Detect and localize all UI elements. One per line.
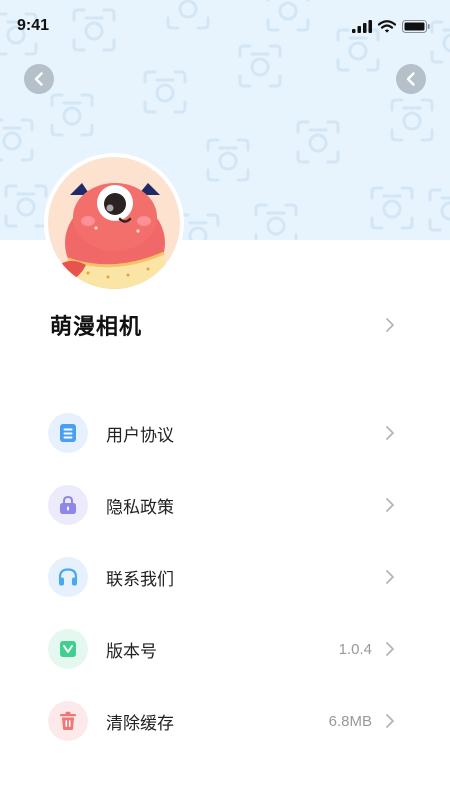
battery-icon: [402, 19, 430, 33]
status-bar: 9:41: [0, 0, 450, 52]
menu-label: 版本号: [106, 641, 157, 662]
menu-item-privacy-policy[interactable]: 隐私政策: [0, 469, 450, 541]
app-name: 萌漫相机: [50, 315, 143, 340]
status-time: 9:41: [17, 17, 50, 34]
settings-menu: 用户协议 隐私政策 联系我们 版本号 1.0.4 清除缓存 6.8MB: [0, 397, 450, 757]
chevron-right-icon: [386, 498, 394, 512]
menu-label: 用户协议: [106, 425, 174, 446]
menu-item-version[interactable]: 版本号 1.0.4: [0, 613, 450, 685]
chevron-right-icon: [386, 570, 394, 584]
chevron-right-icon: [386, 318, 394, 332]
menu-label: 隐私政策: [106, 497, 174, 518]
menu-icon-circle: [48, 557, 88, 597]
wifi-icon: [378, 19, 396, 33]
menu-label: 联系我们: [106, 569, 174, 590]
menu-item-clear-cache[interactable]: 清除缓存 6.8MB: [0, 685, 450, 757]
cache-size-value: 6.8MB: [328, 712, 372, 730]
chevron-right-icon: [386, 714, 394, 728]
menu-item-user-agreement[interactable]: 用户协议: [0, 397, 450, 469]
menu-icon-circle: [48, 629, 88, 669]
app-avatar: [44, 153, 184, 293]
version-value: 1.0.4: [338, 640, 372, 658]
status-icons: [352, 19, 430, 33]
menu-label: 清除缓存: [106, 713, 174, 734]
menu-icon-circle: [48, 485, 88, 525]
app-info-row[interactable]: 萌漫相机: [0, 300, 450, 350]
chevron-right-icon: [386, 426, 394, 440]
document-icon: [60, 424, 76, 442]
lock-icon: [60, 495, 76, 514]
chevron-left-icon: [34, 72, 43, 86]
mascot-avatar-image: [48, 157, 180, 289]
chevron-left-icon: [406, 72, 415, 86]
trash-icon: [60, 711, 76, 730]
back-button[interactable]: [24, 64, 54, 94]
chevron-right-icon: [386, 642, 394, 656]
menu-item-contact-us[interactable]: 联系我们: [0, 541, 450, 613]
menu-icon-circle: [48, 413, 88, 453]
signal-icon: [352, 19, 372, 33]
version-icon: [60, 641, 76, 657]
menu-icon-circle: [48, 701, 88, 741]
headphones-icon: [58, 568, 78, 586]
back-button-secondary[interactable]: [396, 64, 426, 94]
